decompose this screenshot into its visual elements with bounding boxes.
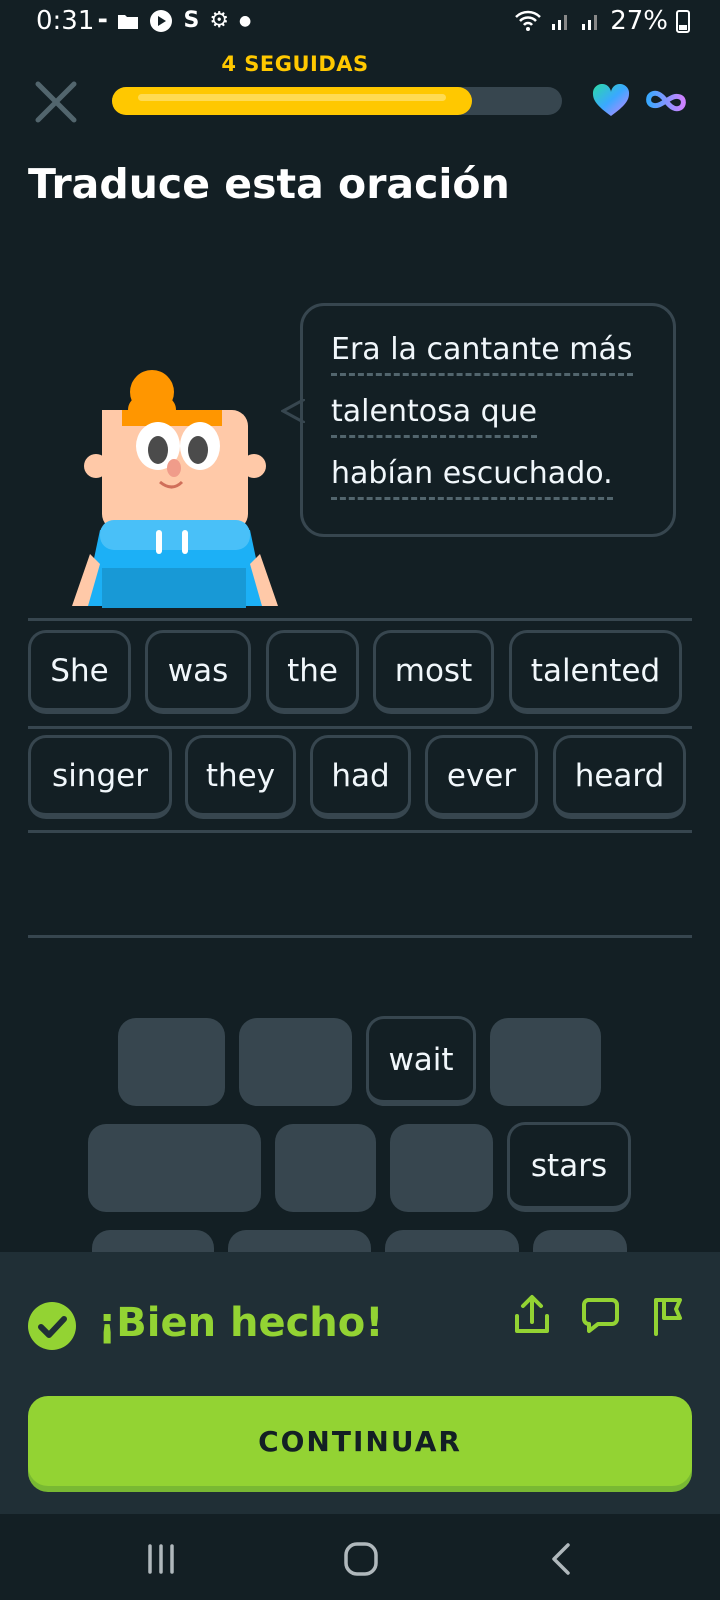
gear-icon: ⚙ bbox=[209, 8, 230, 33]
prompt-line[interactable]: habían escuchado. bbox=[331, 456, 613, 500]
answer-line bbox=[28, 618, 692, 621]
prompt-line[interactable]: talentosa que bbox=[331, 394, 538, 438]
answer-line bbox=[28, 935, 692, 938]
speech-bubble: Era la cantante más talentosa que habían… bbox=[300, 303, 676, 537]
answer-word-chip[interactable]: talented bbox=[509, 630, 682, 714]
answer-word-chip[interactable]: was bbox=[145, 630, 251, 714]
progress-fill bbox=[112, 87, 472, 115]
word-bank-slot bbox=[390, 1124, 493, 1212]
progress-bar bbox=[112, 87, 562, 115]
prompt-line[interactable]: Era la cantante más bbox=[331, 332, 633, 376]
status-bar: 0:31 ▬ S ⚙ ● 27% bbox=[0, 0, 720, 46]
answer-word-chip[interactable]: most bbox=[373, 630, 494, 714]
status-icons-right: 27% bbox=[514, 6, 690, 36]
continue-button[interactable]: CONTINUAR bbox=[28, 1396, 692, 1486]
answer-word-chip[interactable]: singer bbox=[28, 735, 172, 819]
word-bank-slot bbox=[88, 1124, 261, 1212]
streak-label: 4 SEGUIDAS bbox=[221, 52, 369, 76]
signal-icon bbox=[582, 15, 598, 30]
answer-word-chip[interactable]: She bbox=[28, 630, 131, 714]
infinity-icon bbox=[646, 90, 686, 112]
report-flag-icon[interactable] bbox=[650, 1294, 690, 1336]
battery-text: 27% bbox=[610, 6, 668, 36]
answer-word-chip[interactable]: ever bbox=[425, 735, 538, 819]
word-bank-chip[interactable]: stars bbox=[507, 1122, 631, 1212]
check-circle-icon bbox=[28, 1302, 76, 1350]
battery-icon bbox=[676, 10, 690, 33]
recents-icon[interactable] bbox=[136, 1534, 186, 1584]
word-bank-slot bbox=[490, 1018, 601, 1106]
feedback-message: ¡Bien hecho! bbox=[98, 1300, 384, 1346]
status-time: 0:31 bbox=[36, 6, 95, 36]
play-icon bbox=[150, 9, 173, 32]
system-nav-bar bbox=[0, 1514, 720, 1600]
answer-word-chip[interactable]: had bbox=[310, 735, 411, 819]
close-icon[interactable] bbox=[30, 78, 82, 126]
answer-line bbox=[28, 726, 692, 729]
home-icon[interactable] bbox=[336, 1534, 386, 1584]
signal-icon bbox=[552, 15, 568, 30]
word-bank-slot bbox=[275, 1124, 376, 1212]
dot-icon: ● bbox=[239, 12, 252, 29]
progress-shine bbox=[138, 94, 446, 101]
answer-line bbox=[28, 830, 692, 833]
word-bank-chip[interactable]: wait bbox=[366, 1016, 476, 1106]
answer-word-chip[interactable]: heard bbox=[553, 735, 686, 819]
page-title: Traduce esta oración bbox=[28, 160, 510, 208]
heart-icon[interactable] bbox=[592, 84, 630, 118]
answer-word-chip[interactable]: they bbox=[185, 735, 296, 819]
answer-word-chip[interactable]: the bbox=[266, 630, 359, 714]
word-bank-slot bbox=[239, 1018, 352, 1106]
coursera-icon: ▬ bbox=[98, 15, 108, 26]
folder-icon bbox=[118, 14, 139, 29]
share-icon[interactable] bbox=[512, 1294, 552, 1336]
word-bank-slot bbox=[118, 1018, 225, 1106]
character-illustration bbox=[72, 370, 278, 608]
wifi-icon bbox=[515, 10, 542, 31]
s-icon: S bbox=[183, 8, 200, 33]
status-icons-left: ▬ S ⚙ ● bbox=[98, 8, 251, 33]
back-icon[interactable] bbox=[538, 1534, 588, 1584]
comment-icon[interactable] bbox=[580, 1294, 620, 1336]
